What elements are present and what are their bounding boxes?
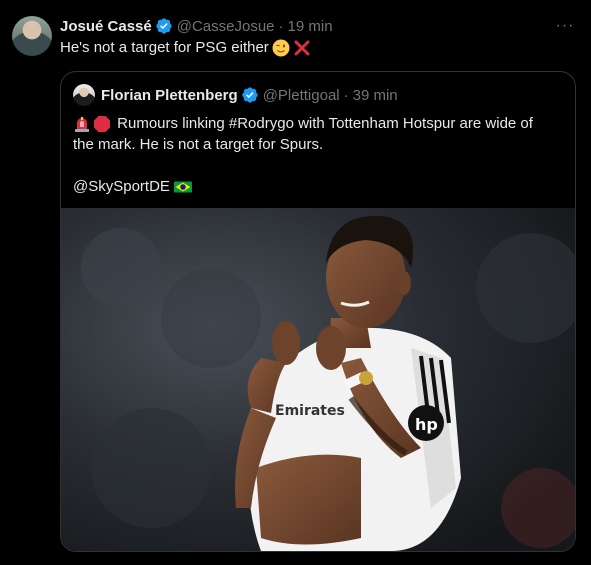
tweet-header: Josué Cassé @CasseJosue · 19 min — [60, 16, 333, 36]
quoted-text-line-2: the mark. He is not a target for Spurs. — [73, 136, 324, 153]
quoted-tweet-header: Florian Plettenberg @Plettigoal · 39 min — [101, 85, 398, 105]
quoted-author-avatar — [73, 84, 95, 106]
quoted-tweet-text: Rumours linking #Rodrygo with Tottenham … — [73, 113, 563, 197]
author-avatar[interactable] — [12, 16, 52, 56]
quoted-text-line-1: Rumours linking #Rodrygo with Tottenham … — [73, 113, 563, 134]
tweet-photo[interactable]: Emirates hp — [61, 208, 575, 551]
tweet-text: He's not a target for PSG either — [60, 38, 311, 58]
tweet-timestamp[interactable]: 19 min — [288, 18, 333, 35]
siren-emoji-icon — [75, 117, 89, 133]
quoted-author-name: Florian Plettenberg — [101, 86, 238, 104]
mention-link[interactable]: @SkySportDE — [73, 178, 170, 195]
shirt-sponsor-text: Emirates — [275, 403, 345, 419]
quoted-tweet-timestamp: 39 min — [352, 86, 398, 104]
separator-dot: · — [343, 86, 349, 104]
verified-badge-icon — [242, 87, 258, 103]
stop-sign-emoji-icon — [94, 116, 110, 133]
tweet[interactable]: Josué Cassé @CasseJosue · 19 min ··· He'… — [0, 0, 591, 565]
more-options-icon[interactable]: ··· — [555, 16, 575, 36]
author-handle[interactable]: @CasseJosue — [177, 18, 275, 35]
winking-face-emoji-icon — [272, 39, 290, 57]
player-photo-illustration: Emirates hp — [61, 208, 575, 551]
brazil-flag-emoji-icon — [174, 181, 193, 193]
verified-badge-icon — [156, 18, 172, 34]
quoted-text-line-3: @SkySportDE — [73, 176, 563, 197]
cross-mark-emoji-icon — [294, 40, 310, 56]
quoted-text-blank-line — [73, 155, 563, 176]
quoted-text-line-1-content: Rumours linking #Rodrygo with Tottenham … — [117, 115, 533, 132]
quoted-author-handle: @Plettigoal — [262, 86, 340, 104]
hp-logo-text: hp — [415, 415, 438, 434]
tweet-text-content: He's not a target for PSG either — [60, 39, 269, 56]
separator-dot: · — [278, 17, 284, 35]
quoted-tweet[interactable]: Florian Plettenberg @Plettigoal · 39 min… — [60, 71, 576, 552]
author-name[interactable]: Josué Cassé — [60, 18, 152, 35]
